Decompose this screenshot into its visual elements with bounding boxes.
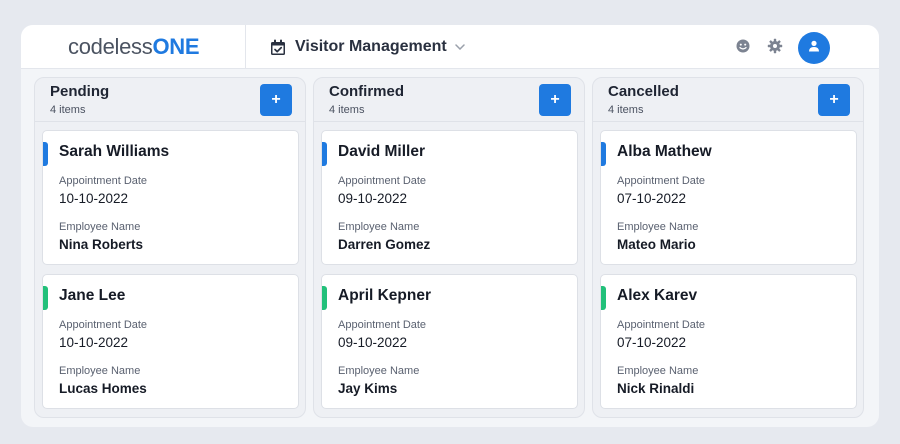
logo[interactable]: codelessONE <box>68 34 200 60</box>
employee-name-value: Nina Roberts <box>59 237 144 252</box>
employee-name-label: Employee Name <box>59 365 141 377</box>
visitor-name: Alex Karev <box>617 287 698 304</box>
logo-light: codeless <box>68 34 153 59</box>
top-bar: codelessONE Visitor Management <box>21 25 879 69</box>
employee-name-value: Mateo Mario <box>617 237 696 252</box>
employee-name-label: Employee Name <box>617 365 699 377</box>
employee-name-value: Lucas Homes <box>59 381 147 396</box>
visitor-card[interactable]: David Miller Appointment Date 09-10-2022… <box>321 130 578 265</box>
visitor-card[interactable]: Jane Lee Appointment Date 10-10-2022 Emp… <box>42 274 299 409</box>
employee-name-label: Employee Name <box>338 221 420 233</box>
calendar-check-icon <box>270 39 286 56</box>
appointment-date-label: Appointment Date <box>59 175 148 187</box>
gear-icon[interactable] <box>767 38 783 54</box>
employee-name-value: Darren Gomez <box>338 237 431 252</box>
appointment-date-label: Appointment Date <box>617 175 706 187</box>
column-cancelled: Cancelled 4 items + Alba Mathew Appointm… <box>592 77 864 418</box>
appointment-date-label: Appointment Date <box>617 319 706 331</box>
visitor-card[interactable]: Alex Karev Appointment Date 07-10-2022 E… <box>600 274 857 409</box>
column-title: Pending <box>50 83 110 100</box>
status-stripe <box>43 286 48 310</box>
status-stripe <box>322 286 327 310</box>
avatar[interactable] <box>798 32 830 64</box>
user-icon <box>808 39 820 57</box>
add-cancelled-button[interactable]: + <box>818 84 850 116</box>
column-header: Confirmed 4 items + <box>314 78 584 122</box>
visitor-name: Alba Mathew <box>617 143 712 160</box>
status-stripe <box>601 286 606 310</box>
column-header: Pending 4 items + <box>35 78 305 122</box>
add-pending-button[interactable]: + <box>260 84 292 116</box>
visitor-card[interactable]: April Kepner Appointment Date 09-10-2022… <box>321 274 578 409</box>
status-stripe <box>43 142 48 166</box>
status-stripe <box>601 142 606 166</box>
visitor-name: David Miller <box>338 143 425 160</box>
appointment-date-label: Appointment Date <box>338 175 427 187</box>
column-pending: Pending 4 items + Sarah Williams Appoint… <box>34 77 306 418</box>
employee-name-label: Employee Name <box>617 221 699 233</box>
app-window: codelessONE Visitor Management Pending 4… <box>21 25 879 427</box>
column-header: Cancelled 4 items + <box>593 78 863 122</box>
column-count: 4 items <box>329 104 365 116</box>
visitor-name: April Kepner <box>338 287 432 304</box>
column-title: Confirmed <box>329 83 404 100</box>
visitor-card[interactable]: Alba Mathew Appointment Date 07-10-2022 … <box>600 130 857 265</box>
smiley-icon[interactable] <box>735 38 751 54</box>
column-confirmed: Confirmed 4 items + David Miller Appoint… <box>313 77 585 418</box>
app-switcher[interactable]: Visitor Management <box>270 37 465 57</box>
visitor-card[interactable]: Sarah Williams Appointment Date 10-10-20… <box>42 130 299 265</box>
appointment-date-label: Appointment Date <box>338 319 427 331</box>
logo-heavy: ONE <box>152 34 200 59</box>
visitor-name: Jane Lee <box>59 287 126 304</box>
visitor-name: Sarah Williams <box>59 143 170 160</box>
status-stripe <box>322 142 327 166</box>
column-count: 4 items <box>50 104 86 116</box>
add-confirmed-button[interactable]: + <box>539 84 571 116</box>
employee-name-value: Jay Kims <box>338 381 398 396</box>
appointment-date-label: Appointment Date <box>59 319 148 331</box>
appointment-date-value: 09-10-2022 <box>338 191 408 206</box>
app-title: Visitor Management <box>295 38 447 55</box>
employee-name-label: Employee Name <box>338 365 420 377</box>
appointment-date-value: 09-10-2022 <box>338 335 408 350</box>
appointment-date-value: 07-10-2022 <box>617 191 687 206</box>
chevron-down-icon[interactable] <box>455 44 465 50</box>
column-count: 4 items <box>608 104 644 116</box>
column-title: Cancelled <box>608 83 679 100</box>
header-divider <box>245 25 246 68</box>
employee-name-label: Employee Name <box>59 221 141 233</box>
employee-name-value: Nick Rinaldi <box>617 381 695 396</box>
appointment-date-value: 07-10-2022 <box>617 335 687 350</box>
appointment-date-value: 10-10-2022 <box>59 191 129 206</box>
appointment-date-value: 10-10-2022 <box>59 335 129 350</box>
